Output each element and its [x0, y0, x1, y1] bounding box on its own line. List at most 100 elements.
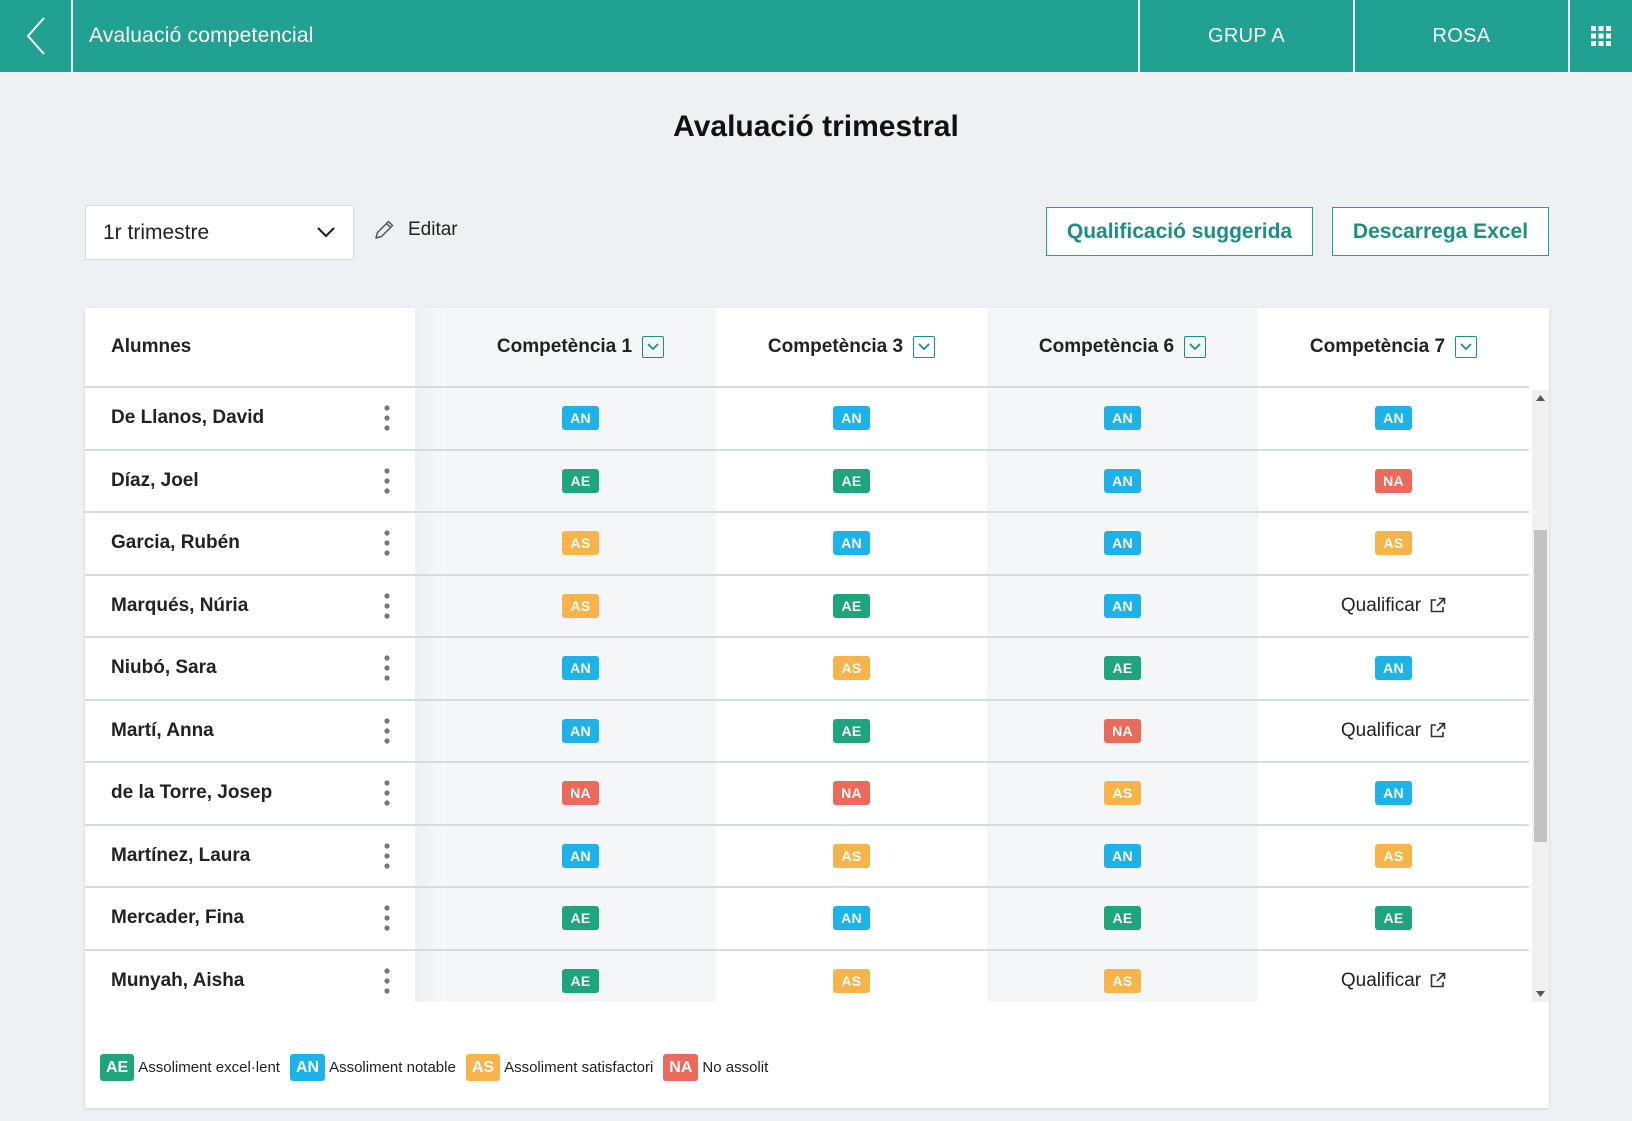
grade-badge[interactable]: AN [562, 406, 599, 431]
grade-badge[interactable]: AS [833, 656, 870, 681]
grade-badge[interactable]: AN [1104, 593, 1141, 618]
grade-cell: AE [445, 950, 716, 1002]
grade-badge[interactable]: AS [1104, 781, 1141, 806]
scroll-down-button[interactable] [1532, 986, 1549, 1002]
qualify-label: Qualificar [1340, 594, 1422, 616]
edit-label: Editar [408, 219, 458, 240]
grade-badge[interactable]: AN [562, 843, 599, 868]
edit-button[interactable]: Editar [372, 214, 458, 246]
row-menu-button[interactable] [379, 403, 395, 433]
grade-badge[interactable]: AN [833, 531, 870, 556]
grade-cell: AN [987, 450, 1258, 511]
grade-badge[interactable]: NA [1375, 468, 1412, 493]
qualify-link[interactable]: Qualificar [1341, 970, 1446, 992]
app-title: Avaluació competencial [89, 24, 314, 47]
user-menu[interactable]: ROSA [1353, 0, 1568, 72]
grades-table: Alumnes Competència 1 Competència 3 Comp… [85, 308, 1549, 1108]
row-menu-button[interactable] [379, 966, 395, 996]
grade-badge[interactable]: AS [562, 593, 599, 618]
row-menu-button[interactable] [379, 903, 395, 933]
row-menu-button[interactable] [379, 466, 395, 496]
grade-badge[interactable]: AE [1375, 906, 1412, 931]
scrollbar-thumb[interactable] [1534, 530, 1547, 842]
row-menu-button[interactable] [379, 591, 395, 621]
qualify-link[interactable]: Qualificar [1341, 595, 1446, 617]
kebab-menu-icon [384, 468, 390, 494]
suggested-grade-button[interactable]: Qualificació suggerida [1046, 207, 1313, 256]
grade-badge[interactable]: AE [562, 468, 599, 493]
external-link-icon [1430, 597, 1446, 613]
row-menu-button[interactable] [379, 716, 395, 746]
grade-badge[interactable]: NA [1104, 718, 1141, 743]
competency-dropdown-button[interactable] [1455, 336, 1478, 358]
competency-dropdown-button[interactable] [913, 336, 936, 358]
chevron-down-icon [317, 227, 335, 238]
student-name: Martínez, Laura [111, 844, 251, 866]
row-menu-button[interactable] [379, 778, 395, 808]
grade-badge[interactable]: AN [1375, 781, 1412, 806]
grade-badge[interactable]: AN [562, 718, 599, 743]
external-link-icon [1430, 972, 1446, 988]
table-row: Mercader, Fina AE AN AE AE [85, 888, 1529, 951]
grade-badge[interactable]: AN [1104, 531, 1141, 556]
legend-item: AE Assoliment excel·lent [100, 1054, 280, 1081]
grade-badge[interactable]: AN [1375, 406, 1412, 431]
grade-badge[interactable]: AN [1104, 406, 1141, 431]
grade-badge[interactable]: AS [1375, 531, 1412, 556]
grade-cell: AS [987, 763, 1258, 824]
group-selector[interactable]: GRUP A [1138, 0, 1353, 72]
grade-badge[interactable]: AE [833, 468, 870, 493]
grade-badge[interactable]: AE [1104, 906, 1141, 931]
table-row: Martí, Anna AN AE NA Qualificar [85, 700, 1529, 763]
grade-cell: AE [445, 888, 716, 949]
grade-cell: AN [987, 575, 1258, 636]
legend-label: Assoliment notable [329, 1059, 456, 1076]
competency-dropdown-button[interactable] [1184, 336, 1207, 358]
download-excel-button[interactable]: Descarrega Excel [1332, 207, 1549, 256]
row-menu-button[interactable] [379, 653, 395, 683]
grade-cell: AN [987, 513, 1258, 574]
grade-cell: AS [987, 950, 1258, 1002]
scroll-up-button[interactable] [1532, 390, 1549, 406]
student-name: Garcia, Rubén [111, 532, 240, 554]
grade-badge[interactable]: AS [562, 531, 599, 556]
grade-badge[interactable]: NA [562, 781, 599, 806]
grade-cell: AN [445, 825, 716, 886]
grade-badge[interactable]: AE [562, 906, 599, 931]
row-menu-button[interactable] [379, 841, 395, 871]
grade-badge[interactable]: NA [833, 781, 870, 806]
grade-badge[interactable]: AS [833, 968, 870, 993]
grade-badge[interactable]: AS [833, 843, 870, 868]
kebab-menu-icon [384, 905, 390, 931]
qualify-link[interactable]: Qualificar [1341, 720, 1446, 742]
grade-badge[interactable]: AN [833, 906, 870, 931]
grade-cell: AN [1258, 638, 1529, 699]
competency-dropdown-button[interactable] [642, 336, 665, 358]
grade-cell: AE [987, 888, 1258, 949]
grade-badge[interactable]: AN [562, 656, 599, 681]
grade-badge[interactable]: AE [833, 718, 870, 743]
student-name: Díaz, Joel [111, 469, 199, 491]
grade-badge[interactable]: AE [1104, 656, 1141, 681]
kebab-menu-icon [384, 718, 390, 744]
scrollbar[interactable] [1532, 390, 1549, 1002]
apps-button[interactable] [1568, 0, 1632, 72]
row-menu-button[interactable] [379, 528, 395, 558]
grade-badge[interactable]: AS [1375, 843, 1412, 868]
grade-cell: AN [445, 700, 716, 761]
grade-badge[interactable]: AN [1104, 843, 1141, 868]
grade-badge[interactable]: AS [1104, 968, 1141, 993]
grade-badge[interactable]: AE [562, 968, 599, 993]
qualify-label: Qualificar [1340, 719, 1422, 741]
grade-badge[interactable]: AN [833, 406, 870, 431]
legend-badge: AS [465, 1054, 501, 1081]
grade-badge[interactable]: AN [1375, 656, 1412, 681]
legend-item: AS Assoliment satisfactori [465, 1054, 653, 1081]
student-name: de la Torre, Josep [111, 782, 273, 804]
term-select[interactable]: 1r trimestre [85, 205, 354, 260]
back-button[interactable] [0, 0, 73, 72]
grade-badge[interactable]: AE [833, 593, 870, 618]
grade-cell: AN [987, 825, 1258, 886]
grade-badge[interactable]: AN [1104, 468, 1141, 493]
grade-cell: NA [1258, 451, 1529, 512]
